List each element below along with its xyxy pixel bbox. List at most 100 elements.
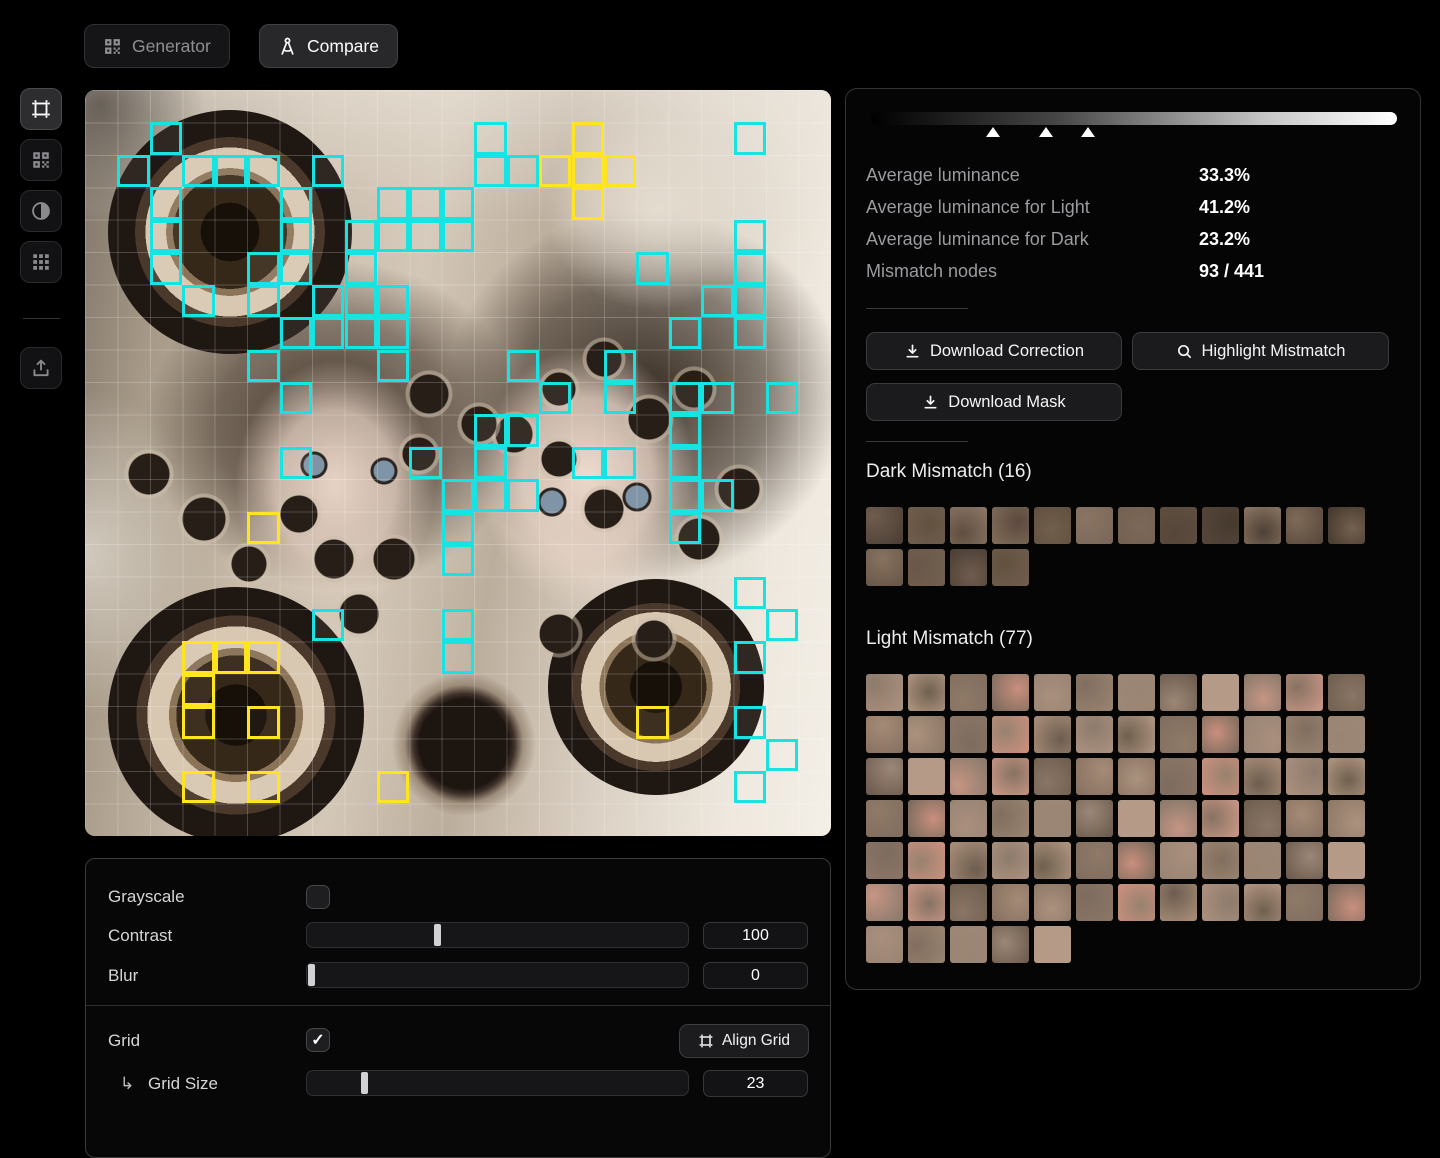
mismatch-thumbnail[interactable]	[1202, 507, 1239, 544]
luminance-marker-triangle[interactable]	[1039, 127, 1053, 137]
blur-value-input[interactable]: 0	[703, 962, 808, 989]
mismatch-thumbnail[interactable]	[1160, 758, 1197, 795]
mismatch-thumbnail[interactable]	[1118, 674, 1155, 711]
grid-checkbox[interactable]: ✓	[306, 1028, 330, 1052]
mismatch-thumbnail[interactable]	[1034, 842, 1071, 879]
mismatch-thumbnail[interactable]	[1076, 716, 1113, 753]
mismatch-thumbnail[interactable]	[1034, 716, 1071, 753]
mismatch-thumbnail[interactable]	[950, 926, 987, 963]
mismatch-thumbnail[interactable]	[992, 716, 1029, 753]
mismatch-thumbnail[interactable]	[908, 758, 945, 795]
generator-tab-button[interactable]: Generator	[84, 24, 230, 68]
mismatch-thumbnail[interactable]	[1118, 716, 1155, 753]
mismatch-thumbnail[interactable]	[1244, 674, 1281, 711]
mismatch-thumbnail[interactable]	[1328, 758, 1365, 795]
mismatch-thumbnail[interactable]	[1034, 800, 1071, 837]
highlight-mismatch-button[interactable]: Highlight Mistmatch	[1132, 332, 1389, 370]
mismatch-thumbnail[interactable]	[1244, 800, 1281, 837]
mismatch-thumbnail[interactable]	[992, 507, 1029, 544]
mismatch-thumbnail[interactable]	[1244, 507, 1281, 544]
grayscale-checkbox[interactable]	[306, 885, 330, 909]
mismatch-thumbnail[interactable]	[1076, 507, 1113, 544]
mismatch-thumbnail[interactable]	[1118, 800, 1155, 837]
mismatch-thumbnail[interactable]	[1034, 507, 1071, 544]
mismatch-thumbnail[interactable]	[1076, 842, 1113, 879]
mismatch-thumbnail[interactable]	[1244, 842, 1281, 879]
mismatch-thumbnail[interactable]	[1286, 674, 1323, 711]
compare-tab-button[interactable]: Compare	[259, 24, 398, 68]
mismatch-thumbnail[interactable]	[1328, 674, 1365, 711]
mismatch-thumbnail[interactable]	[1160, 884, 1197, 921]
mismatch-thumbnail[interactable]	[1286, 800, 1323, 837]
mismatch-thumbnail[interactable]	[866, 716, 903, 753]
mismatch-thumbnail[interactable]	[866, 800, 903, 837]
image-canvas-viewport[interactable]	[85, 90, 831, 836]
sidebar-grid-tool-button[interactable]	[20, 241, 62, 283]
mismatch-thumbnail[interactable]	[866, 926, 903, 963]
mismatch-thumbnail[interactable]	[908, 842, 945, 879]
mismatch-thumbnail[interactable]	[1286, 884, 1323, 921]
mismatch-thumbnail[interactable]	[950, 842, 987, 879]
mismatch-thumbnail[interactable]	[1244, 758, 1281, 795]
mismatch-thumbnail[interactable]	[1076, 674, 1113, 711]
mismatch-thumbnail[interactable]	[992, 884, 1029, 921]
mismatch-thumbnail[interactable]	[908, 800, 945, 837]
sidebar-upload-button[interactable]	[20, 347, 62, 389]
mismatch-thumbnail[interactable]	[1202, 842, 1239, 879]
mismatch-thumbnail[interactable]	[1118, 507, 1155, 544]
mismatch-thumbnail[interactable]	[1202, 884, 1239, 921]
mismatch-thumbnail[interactable]	[1076, 758, 1113, 795]
mismatch-thumbnail[interactable]	[908, 549, 945, 586]
mismatch-thumbnail[interactable]	[950, 549, 987, 586]
mismatch-thumbnail[interactable]	[1202, 758, 1239, 795]
grid-size-slider-thumb[interactable]	[361, 1072, 368, 1094]
mismatch-thumbnail[interactable]	[866, 507, 903, 544]
mismatch-thumbnail[interactable]	[950, 507, 987, 544]
mismatch-thumbnail[interactable]	[950, 884, 987, 921]
blur-slider[interactable]	[306, 962, 689, 988]
mismatch-thumbnail[interactable]	[1034, 758, 1071, 795]
download-correction-button[interactable]: Download Correction	[866, 332, 1122, 370]
mismatch-thumbnail[interactable]	[1160, 842, 1197, 879]
mismatch-thumbnail[interactable]	[992, 758, 1029, 795]
sidebar-frame-tool-button[interactable]	[20, 88, 62, 130]
download-mask-button[interactable]: Download Mask	[866, 383, 1122, 421]
mismatch-thumbnail[interactable]	[1244, 884, 1281, 921]
mismatch-thumbnail[interactable]	[1202, 800, 1239, 837]
blur-slider-thumb[interactable]	[308, 964, 315, 986]
luminance-marker-triangle[interactable]	[986, 127, 1000, 137]
mismatch-thumbnail[interactable]	[1034, 884, 1071, 921]
mismatch-thumbnail[interactable]	[1286, 716, 1323, 753]
mismatch-thumbnail[interactable]	[908, 716, 945, 753]
mismatch-thumbnail[interactable]	[866, 549, 903, 586]
mismatch-thumbnail[interactable]	[1286, 758, 1323, 795]
mismatch-thumbnail[interactable]	[1202, 716, 1239, 753]
mismatch-thumbnail[interactable]	[1034, 926, 1071, 963]
mismatch-thumbnail[interactable]	[950, 716, 987, 753]
luminance-gradient-bar[interactable]	[871, 112, 1397, 125]
mismatch-thumbnail[interactable]	[1160, 800, 1197, 837]
sidebar-contrast-tool-button[interactable]	[20, 190, 62, 232]
mismatch-thumbnail[interactable]	[1328, 800, 1365, 837]
mismatch-thumbnail[interactable]	[866, 842, 903, 879]
mismatch-thumbnail[interactable]	[908, 884, 945, 921]
mismatch-thumbnail[interactable]	[1118, 842, 1155, 879]
mismatch-thumbnail[interactable]	[1328, 842, 1365, 879]
sidebar-qr-tool-button[interactable]	[20, 139, 62, 181]
mismatch-thumbnail[interactable]	[908, 507, 945, 544]
mismatch-thumbnail[interactable]	[992, 842, 1029, 879]
mismatch-thumbnail[interactable]	[1034, 674, 1071, 711]
mismatch-thumbnail[interactable]	[1286, 842, 1323, 879]
mismatch-thumbnail[interactable]	[1328, 507, 1365, 544]
mismatch-thumbnail[interactable]	[866, 674, 903, 711]
mismatch-thumbnail[interactable]	[1160, 507, 1197, 544]
mismatch-thumbnail[interactable]	[1076, 884, 1113, 921]
mismatch-thumbnail[interactable]	[992, 549, 1029, 586]
mismatch-thumbnail[interactable]	[1328, 884, 1365, 921]
mismatch-thumbnail[interactable]	[1160, 716, 1197, 753]
mismatch-thumbnail[interactable]	[1076, 800, 1113, 837]
mismatch-thumbnail[interactable]	[1202, 674, 1239, 711]
mismatch-thumbnail[interactable]	[908, 926, 945, 963]
mismatch-thumbnail[interactable]	[908, 674, 945, 711]
mismatch-thumbnail[interactable]	[866, 758, 903, 795]
